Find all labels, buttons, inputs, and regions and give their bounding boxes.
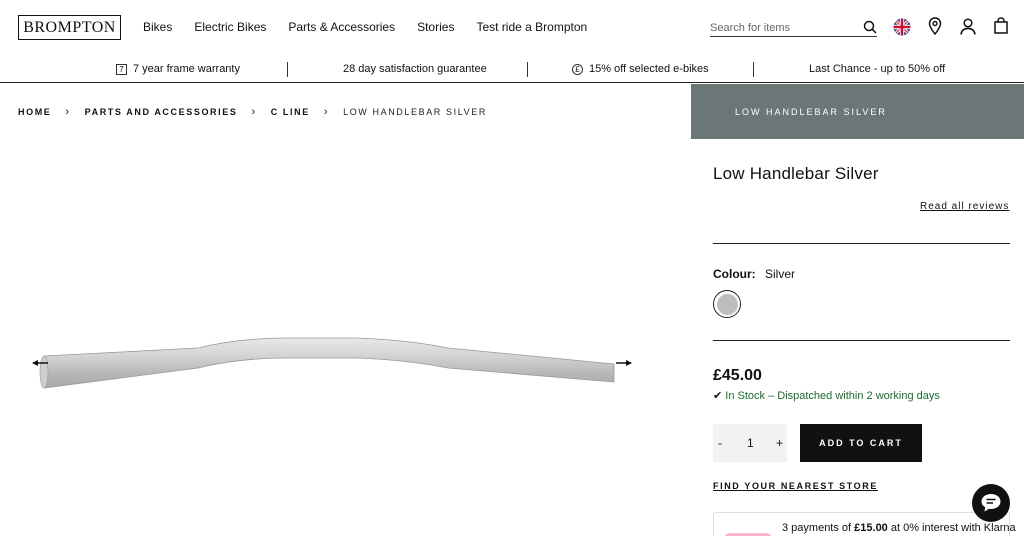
find-store-link[interactable]: FIND YOUR NEAREST STORE (713, 481, 878, 491)
divider (713, 243, 1010, 244)
main-nav: Bikes Electric Bikes Parts & Accessories… (143, 20, 587, 34)
product-image (32, 337, 632, 389)
location-pin-icon[interactable] (928, 17, 942, 35)
klarna-banner: 3 payments of £15.00 at 0% interest with… (713, 512, 1016, 536)
usp-divider (753, 62, 754, 77)
quantity-stepper: - 1 + (713, 424, 787, 462)
arrow-right-icon (616, 360, 632, 366)
nav-item-bikes[interactable]: Bikes (143, 20, 172, 34)
usp-guarantee-text: 28 day satisfaction guarantee (343, 63, 487, 75)
nav-item-test-ride[interactable]: Test ride a Brompton (476, 20, 587, 34)
search-bar (710, 18, 877, 37)
qty-value[interactable]: 1 (747, 436, 754, 450)
nav-item-parts-accessories[interactable]: Parts & Accessories (288, 20, 395, 34)
search-icon[interactable] (863, 20, 877, 34)
pound-icon: £ (572, 63, 583, 75)
usp-divider (287, 62, 288, 77)
shopping-bag-icon[interactable] (994, 17, 1008, 34)
usp-divider (527, 62, 528, 77)
breadcrumb-home[interactable]: Home (18, 107, 51, 117)
chat-button[interactable] (972, 484, 1010, 522)
uk-flag-icon[interactable] (893, 18, 911, 36)
usp-last-chance[interactable]: Last Chance - up to 50% off (809, 63, 945, 75)
account-icon[interactable] (960, 18, 976, 35)
site-header: BROMPTON Bikes Electric Bikes Parts & Ac… (0, 0, 1024, 56)
colour-row: Colour: Silver (713, 267, 795, 281)
breadcrumb-current: Low Handlebar Silver (343, 107, 487, 117)
nav-item-stories[interactable]: Stories (417, 20, 454, 34)
swatch-fill (716, 293, 738, 315)
colour-value: Silver (765, 267, 796, 281)
usp-bar: 7 7 year frame warranty 28 day satisfact… (0, 57, 1024, 83)
stock-status: ✔ In Stock – Dispatched within 2 working… (713, 389, 940, 402)
usp-warranty[interactable]: 7 7 year frame warranty (116, 63, 240, 75)
divider (713, 340, 1010, 341)
klarna-text: 3 payments of £15.00 at 0% interest with… (782, 522, 1016, 534)
usp-warranty-text: 7 year frame warranty (133, 63, 240, 75)
nav-item-electric-bikes[interactable]: Electric Bikes (194, 20, 266, 34)
qty-decrement-button[interactable]: - (718, 436, 722, 450)
warranty-badge-icon: 7 (116, 63, 127, 75)
panel-header: LOW HANDLEBAR SILVER (691, 84, 1024, 139)
colour-label: Colour: (713, 267, 756, 281)
breadcrumb: Home › Parts and Accessories › C Line › … (18, 106, 487, 118)
usp-last-chance-text: Last Chance - up to 50% off (809, 63, 946, 75)
add-to-cart-button[interactable]: ADD TO CART (800, 424, 922, 462)
usp-guarantee[interactable]: 28 day satisfaction guarantee (343, 63, 487, 75)
product-title: Low Handlebar Silver (713, 164, 879, 183)
chevron-right-icon: › (323, 106, 330, 118)
stock-text: In Stock – Dispatched within 2 working d… (725, 390, 940, 402)
usp-ebike-text: 15% off selected e-bikes (589, 63, 709, 75)
breadcrumb-c-line[interactable]: C Line (271, 107, 310, 117)
chevron-right-icon: › (65, 106, 71, 118)
brompton-logo[interactable]: BROMPTON (18, 15, 121, 40)
usp-ebike-offer[interactable]: £ 15% off selected e-bikes (572, 63, 709, 75)
chat-icon (981, 494, 1001, 512)
check-icon: ✔ (713, 390, 723, 402)
search-input[interactable] (710, 19, 850, 34)
product-price: £45.00 (713, 367, 762, 384)
chevron-right-icon: › (251, 106, 257, 118)
colour-swatch-silver[interactable] (713, 290, 741, 318)
read-reviews-link[interactable]: Read all reviews (920, 201, 1009, 212)
qty-increment-button[interactable]: + (776, 436, 783, 450)
breadcrumb-parts[interactable]: Parts and Accessories (85, 107, 238, 117)
